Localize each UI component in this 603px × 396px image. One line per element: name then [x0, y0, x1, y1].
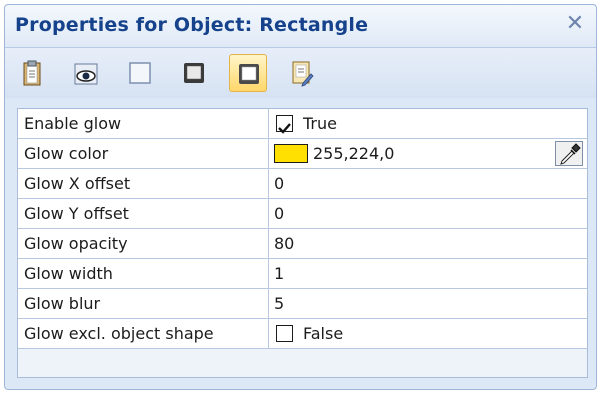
- property-label: Glow blur: [18, 289, 269, 318]
- glow-excl-shape-checkbox[interactable]: [276, 325, 293, 342]
- glow-blur-field[interactable]: 5: [269, 289, 587, 318]
- property-label: Glow color: [18, 139, 269, 168]
- row-enable-glow: Enable glow True: [18, 109, 587, 139]
- row-glow-y-offset: Glow Y offset 0: [18, 199, 587, 229]
- property-value: False: [269, 319, 587, 348]
- property-label: Glow width: [18, 259, 269, 288]
- tab-general[interactable]: [13, 54, 51, 92]
- shadow-icon: [184, 63, 204, 83]
- row-glow-color: Glow color 255,224,0: [18, 139, 587, 169]
- tab-edit[interactable]: [283, 54, 321, 92]
- glow-icon: [239, 64, 259, 84]
- color-swatch[interactable]: [274, 144, 308, 163]
- tab-fill[interactable]: [121, 54, 159, 92]
- tab-glow[interactable]: [229, 54, 267, 92]
- fill-icon: [129, 62, 151, 84]
- row-glow-blur: Glow blur 5: [18, 289, 587, 319]
- eyedropper-icon: [560, 143, 581, 165]
- clipboard-icon: [23, 60, 41, 86]
- glow-width-field[interactable]: 1: [269, 259, 587, 288]
- property-label: Glow Y offset: [18, 199, 269, 228]
- glow-excl-shape-value: False: [303, 324, 344, 343]
- enable-glow-checkbox[interactable]: [276, 115, 293, 134]
- properties-panel: Properties for Object: Rectangle ✕ Enabl…: [4, 4, 597, 390]
- property-grid: Enable glow True Glow color 255,224,0 Gl…: [17, 108, 588, 378]
- close-icon[interactable]: ✕: [564, 13, 586, 35]
- grid-footer: [18, 349, 587, 377]
- property-label: Glow opacity: [18, 229, 269, 258]
- row-glow-width: Glow width 1: [18, 259, 587, 289]
- glow-y-offset-field[interactable]: 0: [269, 199, 587, 228]
- property-label: Glow excl. object shape: [18, 319, 269, 348]
- property-value[interactable]: 255,224,0: [269, 139, 587, 168]
- checkmark-icon: [278, 123, 291, 134]
- tab-visibility[interactable]: [67, 54, 105, 92]
- panel-title: Properties for Object: Rectangle: [15, 14, 369, 36]
- row-glow-x-offset: Glow X offset 0: [18, 169, 587, 199]
- tab-shadow[interactable]: [175, 54, 213, 92]
- glow-color-value: 255,224,0: [313, 144, 395, 163]
- title-bar: Properties for Object: Rectangle ✕: [5, 5, 596, 48]
- toolbar: [5, 48, 596, 98]
- property-value: True: [269, 109, 587, 138]
- glow-x-offset-field[interactable]: 0: [269, 169, 587, 198]
- edit-document-icon: [292, 61, 314, 87]
- property-label: Glow X offset: [18, 169, 269, 198]
- row-glow-excl-shape: Glow excl. object shape False: [18, 319, 587, 349]
- eye-icon: [74, 63, 98, 85]
- eyedropper-button[interactable]: [555, 141, 583, 166]
- property-label: Enable glow: [18, 109, 269, 138]
- glow-opacity-field[interactable]: 80: [269, 229, 587, 258]
- enable-glow-value: True: [303, 114, 337, 133]
- row-glow-opacity: Glow opacity 80: [18, 229, 587, 259]
